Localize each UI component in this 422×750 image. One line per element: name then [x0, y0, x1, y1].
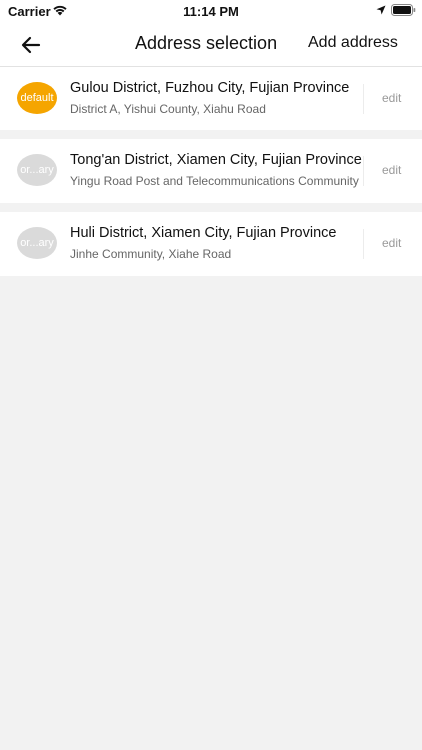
back-arrow-icon[interactable]: [18, 32, 44, 58]
address-region: Huli District, Xiamen City, Fujian Provi…: [70, 225, 337, 241]
address-region: Tong'an District, Xiamen City, Fujian Pr…: [70, 152, 362, 168]
default-tag-badge: default: [17, 82, 57, 114]
address-detail: District A, Yishui County, Xiahu Road: [70, 102, 266, 116]
divider: [363, 84, 364, 114]
divider: [363, 156, 364, 186]
edit-button[interactable]: edit: [382, 236, 401, 250]
location-arrow-icon: [376, 5, 386, 15]
status-bar: Carrier 11:14 PM: [0, 0, 422, 24]
ordinary-tag-badge: or...ary: [17, 154, 57, 186]
address-detail: Jinhe Community, Xiahe Road: [70, 247, 232, 261]
add-address-button[interactable]: Add address: [308, 34, 398, 52]
edit-button[interactable]: edit: [382, 91, 401, 105]
navigation-bar: Address selection Add address: [0, 24, 422, 67]
address-item[interactable]: or...ary Huli District, Xiamen City, Fuj…: [0, 212, 422, 276]
address-item[interactable]: or...ary Tong'an District, Xiamen City, …: [0, 139, 422, 203]
ordinary-tag-badge: or...ary: [17, 227, 57, 259]
battery-icon: [391, 4, 416, 16]
page-title: Address selection: [135, 33, 278, 53]
address-item[interactable]: default Gulou District, Fuzhou City, Fuj…: [0, 67, 422, 130]
address-region: Gulou District, Fuzhou City, Fujian Prov…: [70, 80, 350, 96]
clock: 11:14 PM: [183, 4, 239, 19]
address-list: default Gulou District, Fuzhou City, Fuj…: [0, 67, 422, 285]
edit-button[interactable]: edit: [382, 163, 401, 177]
address-detail: Yingu Road Post and Telecommunications C…: [70, 174, 359, 188]
divider: [363, 229, 364, 259]
